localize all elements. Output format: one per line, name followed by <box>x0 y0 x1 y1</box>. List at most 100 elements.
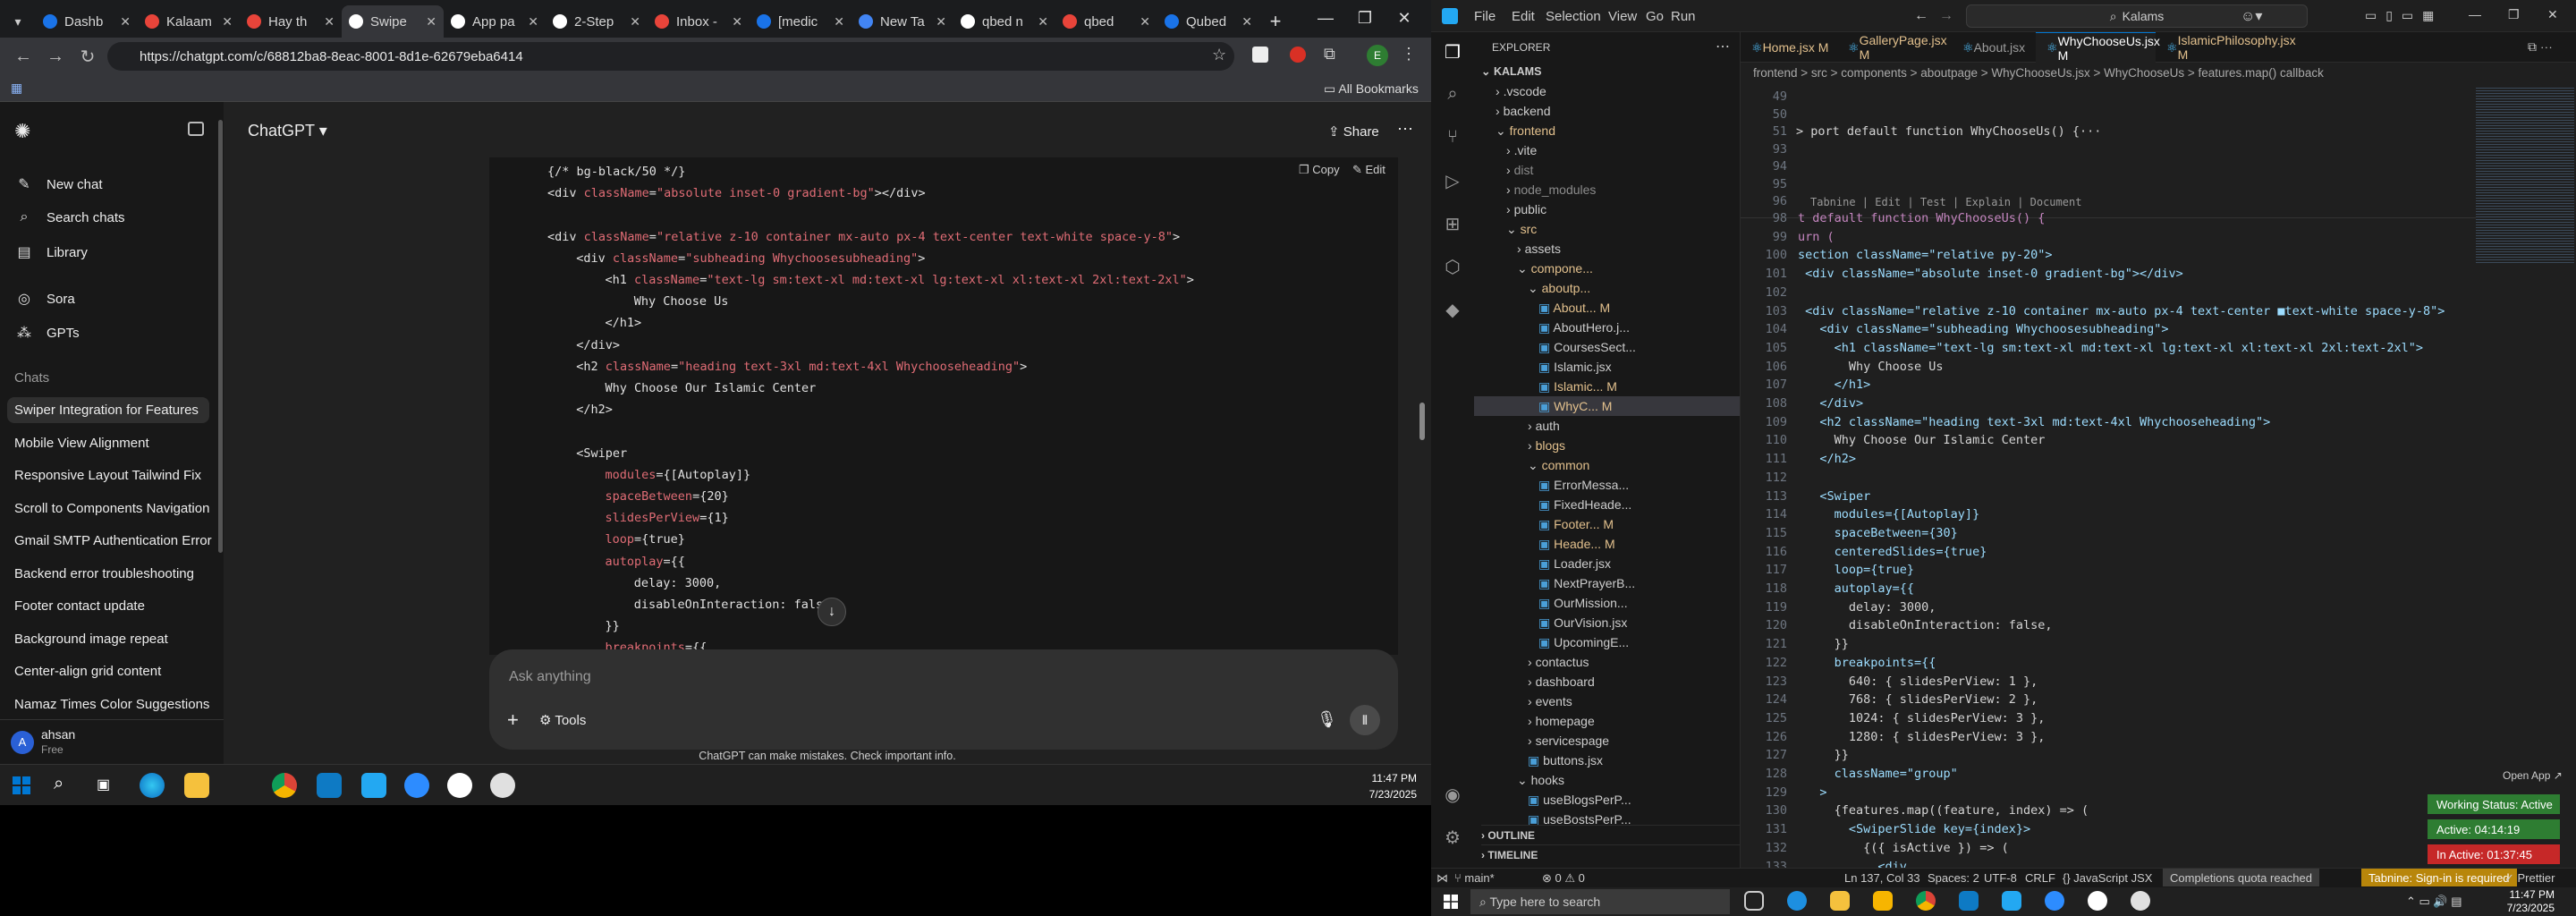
timeline-section[interactable]: › TIMELINE <box>1481 844 1748 861</box>
nav-back-icon[interactable]: ← <box>1914 8 1928 24</box>
browser-tab[interactable]: Hay th ✕ <box>240 5 342 38</box>
tab-search-button[interactable]: ▾ <box>0 5 36 38</box>
tab-close-icon[interactable]: ✕ <box>528 14 538 30</box>
tabnine-icon[interactable]: ◆ <box>1442 299 1463 320</box>
tab-close-icon[interactable]: ✕ <box>1140 14 1150 30</box>
maximize-icon[interactable]: ❐ <box>2508 7 2520 22</box>
indent-status[interactable]: Spaces: 2 <box>1928 871 1979 885</box>
file-item[interactable]: ▣ WhyC... M <box>1538 399 1612 414</box>
vscode-icon[interactable] <box>1959 891 1979 911</box>
tab-close-icon[interactable]: ✕ <box>222 14 233 30</box>
branch-status[interactable]: ⑂ main* <box>1454 871 1495 885</box>
chat-history-item[interactable]: Swiper Integration for Features <box>7 397 209 423</box>
task-view-icon[interactable] <box>1744 891 1764 911</box>
sidebar-item-new-chat[interactable]: ✎ New chat <box>14 175 102 193</box>
tab-close-icon[interactable]: ✕ <box>120 14 131 30</box>
folder-item[interactable]: › .vscode <box>1496 84 1546 98</box>
browser-tab[interactable]: Swipe ✕ <box>342 5 444 38</box>
back-icon[interactable]: ← <box>7 47 39 67</box>
task-view-icon[interactable]: ▣ <box>97 776 110 793</box>
copilot-icon[interactable]: ☺▾ <box>2241 7 2262 25</box>
file-explorer-icon[interactable] <box>1830 891 1850 911</box>
menu-file[interactable]: File <box>1474 9 1496 24</box>
file-item[interactable]: ▣ CoursesSect... <box>1538 340 1636 355</box>
chat-history-item[interactable]: Footer contact update <box>14 598 145 614</box>
file-item[interactable]: ▣ OurMission... <box>1538 596 1628 611</box>
voice-mode-button[interactable]: ⦀ <box>1350 705 1380 735</box>
chat-history-item[interactable]: Responsive Layout Tailwind Fix <box>14 468 201 483</box>
edit-button[interactable]: ✎ Edit <box>1352 163 1385 177</box>
tab-close-icon[interactable]: ✕ <box>834 14 844 30</box>
folder-item[interactable]: › servicespage <box>1528 734 1609 748</box>
tab-close-icon[interactable]: ✕ <box>732 14 742 30</box>
language-status[interactable]: {} JavaScript JSX <box>2063 871 2152 885</box>
remote-icon[interactable]: ⋈ <box>1436 871 1448 886</box>
maximize-icon[interactable]: ❐ <box>1345 4 1385 32</box>
store-icon[interactable] <box>1873 891 1893 911</box>
layout-icons[interactable]: ▭▯▭▦ <box>2365 8 2443 23</box>
system-tray-icons[interactable]: ⌃ ▭ 🔊 ▤ <box>2406 895 2462 909</box>
chat-history-item[interactable]: Center-align grid content <box>14 664 161 679</box>
edge-icon[interactable] <box>1787 891 1807 911</box>
copy-button[interactable]: ❐ Copy <box>1299 163 1340 177</box>
tab-close-icon[interactable]: ✕ <box>426 14 436 30</box>
file-item[interactable]: ▣ About... M <box>1538 301 1610 316</box>
tab-islamicphilosophy[interactable]: ⚛ IslamicPhilosophy.jsx M <box>2156 32 2296 63</box>
breadcrumb[interactable]: frontend > src > components > aboutpage … <box>1753 66 2324 80</box>
browser-tab[interactable]: qbed n ✕ <box>953 5 1055 38</box>
folder-item[interactable]: › backend <box>1496 104 1551 118</box>
chrome-icon[interactable] <box>272 773 297 798</box>
user-menu[interactable]: A ahsan Free <box>0 719 224 764</box>
browser-tab[interactable]: Kalaam ✕ <box>138 5 240 38</box>
remote-explorer-icon[interactable]: ⬡ <box>1442 256 1463 277</box>
browser-tab[interactable]: Inbox - ✕ <box>648 5 750 38</box>
settings-gear-icon[interactable]: ⚙ <box>1442 827 1463 848</box>
file-item[interactable]: ▣ Islamic.jsx <box>1538 360 1612 375</box>
zoom-icon[interactable] <box>404 773 429 798</box>
browser-tab[interactable]: 2-Step ✕ <box>546 5 648 38</box>
prompt-box[interactable]: Ask anything + ⚙ Tools 🎙 ⦀ <box>489 649 1398 750</box>
close-window-icon[interactable]: ✕ <box>1385 4 1424 32</box>
main-scrollbar[interactable] <box>1419 403 1425 440</box>
minimize-icon[interactable]: — <box>2469 7 2481 21</box>
new-tab-icon[interactable]: + <box>1259 5 1292 38</box>
extension-icon[interactable] <box>1252 47 1268 63</box>
tab-close-icon[interactable]: ✕ <box>1241 14 1252 30</box>
explorer-more-icon[interactable]: ⋯ <box>1716 38 1730 55</box>
windows-start-icon[interactable] <box>13 776 30 794</box>
workspace-root[interactable]: ⌄ KALAMS <box>1481 64 1541 78</box>
prompt-input[interactable]: Ask anything <box>509 669 591 685</box>
app-icon[interactable] <box>2131 891 2150 911</box>
encoding-status[interactable]: UTF-8 <box>1984 871 2017 885</box>
chat-history-item[interactable]: Namaz Times Color Suggestions <box>14 697 209 712</box>
extensions-puzzle-icon[interactable]: ⧉ <box>1324 45 1335 64</box>
folder-item[interactable]: › dist <box>1506 163 1533 177</box>
browser-tab[interactable]: Dashb ✕ <box>36 5 138 38</box>
vscode-icon[interactable] <box>2002 891 2021 911</box>
menu-selection[interactable]: Selection <box>1546 9 1601 24</box>
folder-item[interactable]: ⌄ frontend <box>1496 123 1555 139</box>
tabnine-status[interactable]: Tabnine: Sign-in is required <box>2361 869 2517 886</box>
minimap[interactable] <box>2476 86 2574 265</box>
folder-item[interactable]: › node_modules <box>1506 182 1596 197</box>
folder-item[interactable]: › auth <box>1528 419 1560 433</box>
browser-tab[interactable]: App pa ✕ <box>444 5 546 38</box>
forward-icon[interactable]: → <box>39 47 72 67</box>
folder-item[interactable]: ⌄ hooks <box>1517 773 1564 788</box>
browser-tab[interactable]: New Ta ✕ <box>852 5 953 38</box>
tab-gallerypage[interactable]: ⚛ GalleryPage.jsx M <box>1837 32 1952 63</box>
sidebar-item-library[interactable]: ▤ Library <box>14 243 87 261</box>
tab-close-icon[interactable]: ✕ <box>324 14 335 30</box>
chat-history-item[interactable]: Background image repeat <box>14 632 168 647</box>
folder-item[interactable]: › assets <box>1517 242 1561 256</box>
file-item[interactable]: ▣ Islamic... M <box>1538 379 1617 394</box>
folder-item[interactable]: › events <box>1528 694 1572 708</box>
codelens[interactable]: Tabnine | Edit | Test | Explain | Docume… <box>1810 196 2081 208</box>
chat-history-item[interactable]: Mobile View Alignment <box>14 436 149 451</box>
eol-status[interactable]: CRLF <box>2025 871 2055 885</box>
file-item[interactable]: ▣ NextPrayerB... <box>1538 576 1635 591</box>
tab-about[interactable]: ⚛ About.jsx <box>1952 32 2036 63</box>
folder-item[interactable]: › .vite <box>1506 143 1537 157</box>
app-icon[interactable] <box>447 773 472 798</box>
folder-item[interactable]: › contactus <box>1528 655 1589 669</box>
